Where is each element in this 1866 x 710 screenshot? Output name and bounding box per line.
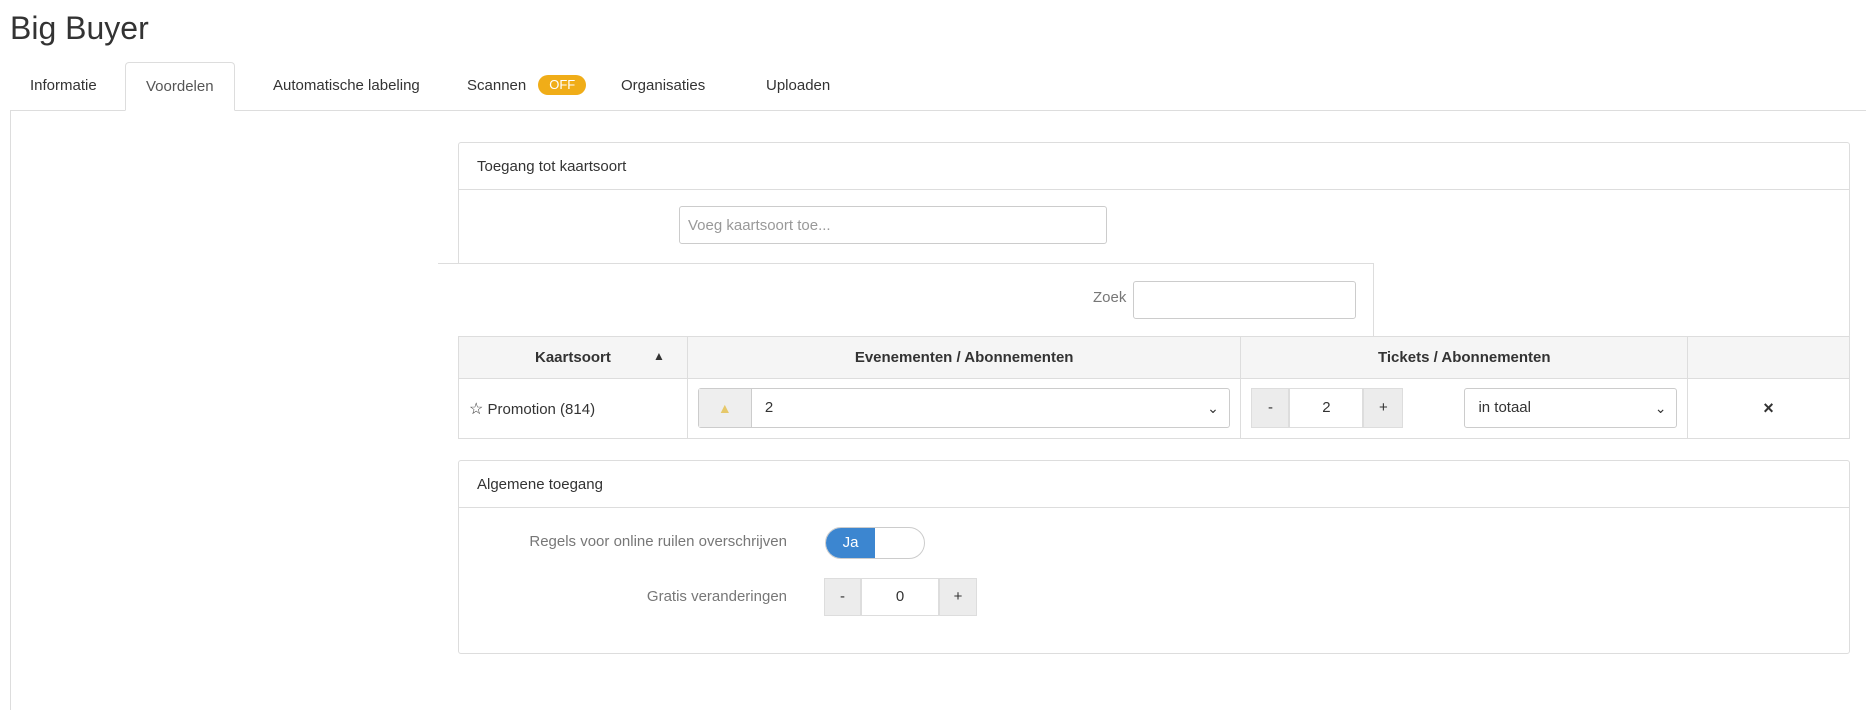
tickets-cell: - 2 + in totaal ⌄: [1240, 378, 1689, 439]
warning-icon: ▲: [698, 389, 752, 427]
chevron-down-icon: ⌄: [1654, 400, 1667, 416]
override-exchange-label: Regels voor online ruilen overschrijven: [529, 533, 787, 550]
column-header-events: Evenementen / Abonnementen: [686, 336, 1242, 379]
column-header-kaartsoort[interactable]: Kaartsoort ▲: [458, 336, 688, 379]
ticket-type-name: Promotion (814): [487, 400, 596, 418]
panel-heading: Algemene toegang: [459, 461, 1849, 508]
events-select[interactable]: ▲ 2 ⌄: [697, 388, 1230, 428]
page-title: Big Buyer: [10, 10, 149, 46]
table-row: ☆ Promotion (814) ▲ 2 ⌄ - 2 + in totaal …: [458, 378, 1850, 439]
remove-row-button[interactable]: ×: [1763, 398, 1774, 418]
table-search-input[interactable]: [1133, 281, 1356, 319]
free-changes-label: Gratis veranderingen: [646, 588, 787, 605]
tab-automatische-labeling[interactable]: Automatische labeling: [253, 62, 440, 110]
free-changes-increment-button[interactable]: +: [939, 578, 977, 616]
free-changes-decrement-button[interactable]: -: [824, 578, 861, 616]
tab-bar: Informatie Voordelen Automatische labeli…: [10, 62, 1866, 111]
ticket-type-table: Kaartsoort ▲ Evenementen / Abonnementen T…: [458, 336, 1850, 439]
tab-voordelen[interactable]: Voordelen: [125, 62, 235, 111]
ticket-type-cell: ☆ Promotion (814): [458, 378, 688, 439]
tab-scannen[interactable]: Scannen OFF: [447, 62, 606, 110]
scan-status-badge: OFF: [538, 75, 587, 96]
override-exchange-toggle[interactable]: Ja: [825, 527, 925, 559]
column-header-tickets: Tickets / Abonnementen: [1240, 336, 1689, 379]
column-header-actions: [1687, 336, 1850, 379]
tab-label: Automatische labeling: [273, 77, 420, 94]
star-icon[interactable]: ☆: [469, 401, 483, 418]
column-header-label: Kaartsoort: [535, 349, 611, 366]
tab-uploaden[interactable]: Uploaden: [746, 62, 850, 110]
general-access-panel: Algemene toegang: [458, 460, 1850, 654]
tickets-scope-select[interactable]: in totaal ⌄: [1464, 388, 1678, 428]
scope-select-value: in totaal: [1478, 399, 1531, 416]
tab-organisaties[interactable]: Organisaties: [601, 62, 725, 110]
table-header-row: Kaartsoort ▲ Evenementen / Abonnementen T…: [458, 336, 1850, 379]
sort-asc-icon[interactable]: ▲: [653, 349, 665, 363]
tab-label: Scannen: [467, 77, 527, 94]
tab-label: Organisaties: [621, 77, 706, 94]
actions-cell: ×: [1687, 378, 1850, 439]
chevron-down-icon: ⌄: [1207, 400, 1219, 416]
toggle-on-label: Ja: [826, 528, 875, 558]
add-ticket-type-input[interactable]: [679, 206, 1107, 244]
tab-label: Voordelen: [146, 78, 214, 95]
tickets-increment-button[interactable]: +: [1363, 388, 1404, 428]
tickets-quantity-input[interactable]: 2: [1289, 388, 1364, 428]
events-cell: ▲ 2 ⌄: [686, 378, 1242, 439]
tab-label: Informatie: [30, 77, 97, 94]
tab-label: Uploaden: [766, 77, 831, 94]
events-select-value: 2: [764, 399, 774, 416]
free-changes-input[interactable]: 0: [861, 578, 939, 616]
tab-informatie[interactable]: Informatie: [10, 62, 117, 110]
tickets-decrement-button[interactable]: -: [1251, 388, 1290, 428]
panel-heading: Toegang tot kaartsoort: [459, 143, 1849, 190]
search-label: Zoek: [1093, 289, 1127, 306]
